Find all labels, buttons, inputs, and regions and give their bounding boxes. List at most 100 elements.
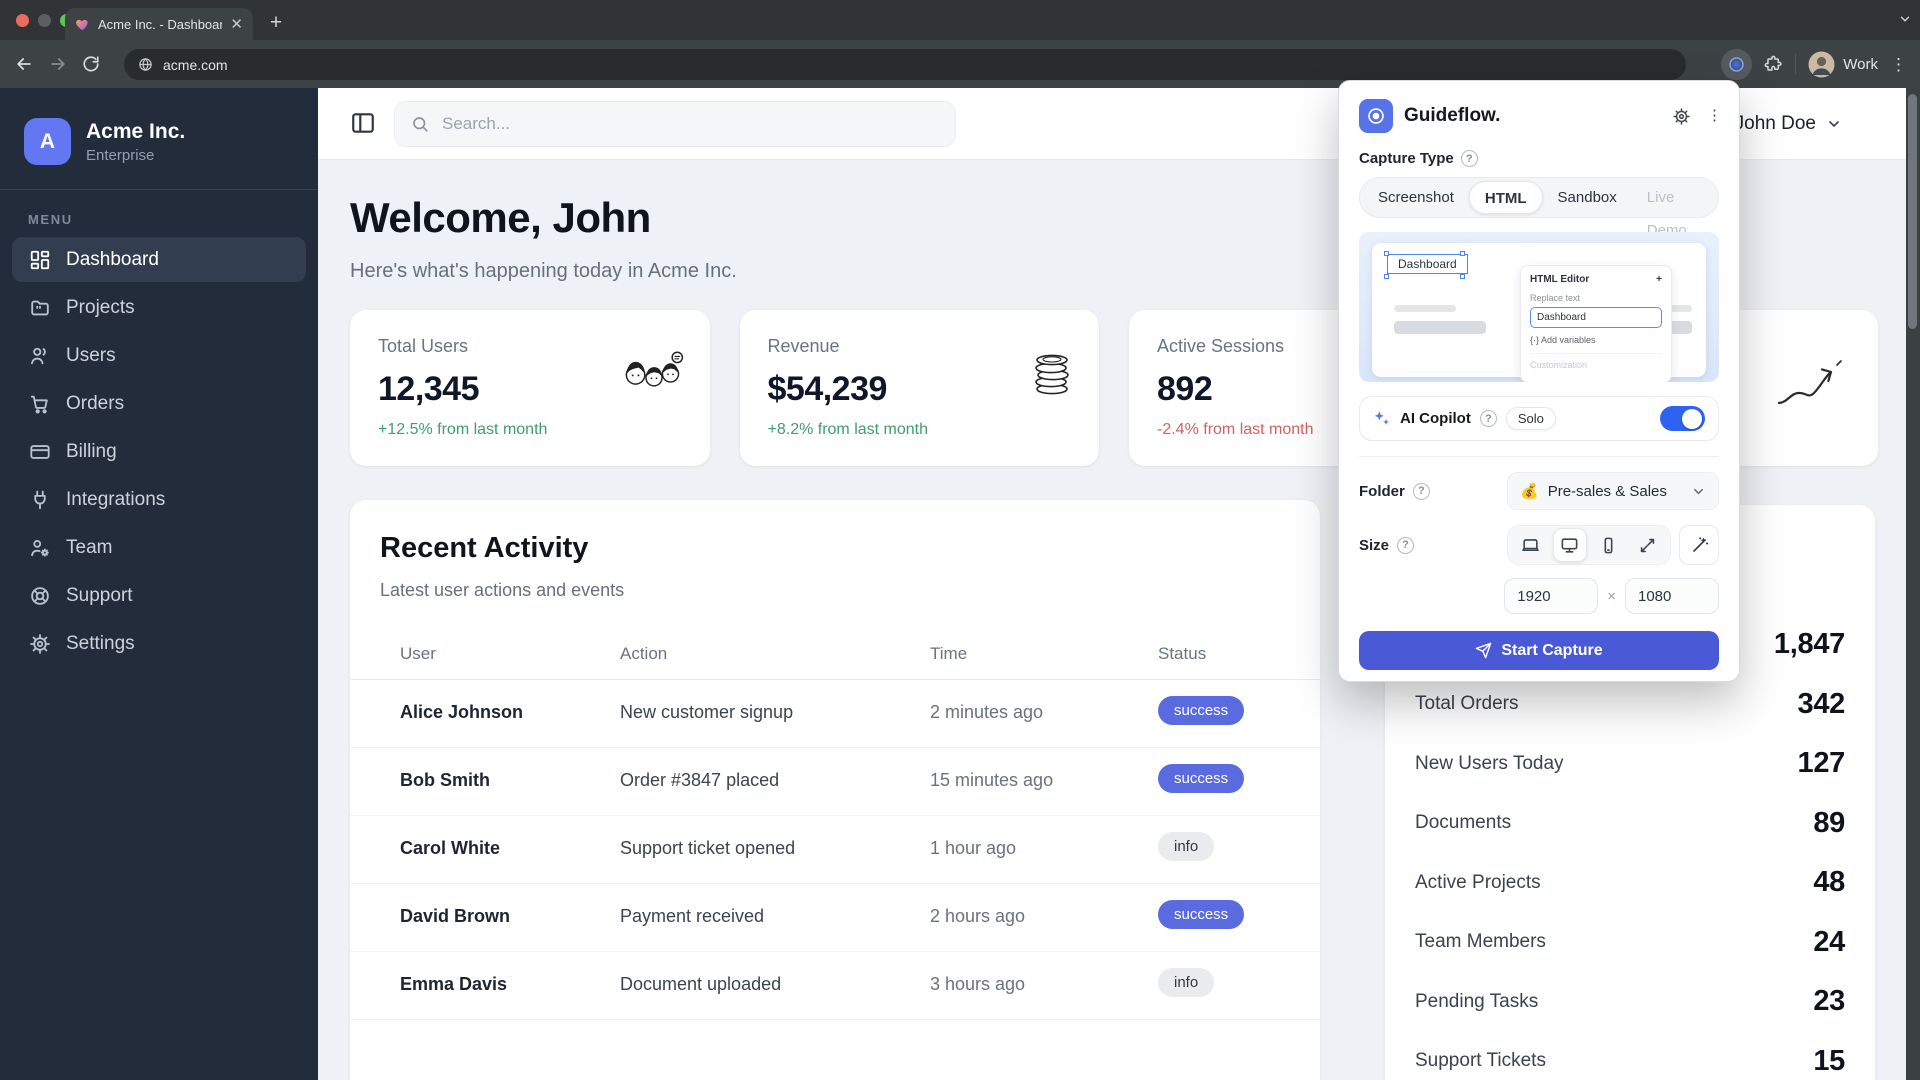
sidebar-item-orders[interactable]: Orders xyxy=(12,381,306,426)
org-switcher[interactable]: A Acme Inc. Enterprise xyxy=(0,88,318,190)
cell-time: 3 hours ago xyxy=(930,974,1025,995)
cart-icon xyxy=(29,393,51,415)
popup-header: Guideflow. ⋮ xyxy=(1359,99,1719,133)
stat-card-revenue: Revenue $54,239 +8.2% from last month xyxy=(740,310,1100,466)
stat-value: $54,239 xyxy=(768,370,1072,409)
browser-profile[interactable]: Work xyxy=(1808,51,1878,78)
status-badge: success xyxy=(1158,764,1244,793)
browser-menu-kebab-icon[interactable]: ⋮ xyxy=(1890,62,1906,67)
stat-row: Total Orders342 xyxy=(1415,675,1845,735)
tab-close-icon[interactable]: ✕ xyxy=(230,17,243,32)
guideflow-extension-popup: Guideflow. ⋮ Capture Type Screenshot HTM… xyxy=(1338,80,1740,682)
dimension-inputs: × xyxy=(1359,578,1719,614)
ai-copilot-row: AI Copilot Solo xyxy=(1359,396,1719,441)
popup-actions: ⋮ xyxy=(1672,107,1719,126)
cell-action: Document uploaded xyxy=(620,974,781,995)
cell-time: 1 hour ago xyxy=(930,838,1016,859)
sidebar-item-projects[interactable]: Projects xyxy=(12,285,306,330)
menu-section-label: MENU xyxy=(28,212,290,227)
desktop-size-button[interactable] xyxy=(1553,528,1587,562)
folder-select[interactable]: 💰 Pre-sales & Sales xyxy=(1507,472,1719,510)
new-tab-button[interactable]: + xyxy=(262,9,290,37)
panel-subtitle: Latest user actions and events xyxy=(380,580,624,601)
status-badge: info xyxy=(1158,968,1214,997)
stat-row: Active Projects48 xyxy=(1415,853,1845,913)
scrollbar-thumb[interactable] xyxy=(1908,94,1917,329)
user-menu[interactable]: John Doe xyxy=(1735,88,1842,160)
sidebar-item-settings[interactable]: Settings xyxy=(12,621,306,666)
mobile-size-button[interactable] xyxy=(1592,528,1626,562)
address-bar[interactable]: acme.com xyxy=(124,49,1686,80)
favicon-heart-icon xyxy=(75,17,90,32)
moneybag-icon: 💰 xyxy=(1520,482,1539,500)
credit-card-icon xyxy=(29,441,51,463)
help-icon[interactable] xyxy=(1461,150,1478,167)
reload-icon[interactable] xyxy=(82,55,100,73)
stat-row: Team Members24 xyxy=(1415,913,1845,973)
sidebar-item-billing[interactable]: Billing xyxy=(12,429,306,474)
table-row: Bob Smith Order #3847 placed 15 minutes … xyxy=(350,748,1320,816)
stat-label: Revenue xyxy=(768,336,1072,357)
search-input[interactable] xyxy=(440,113,939,135)
folder-icon xyxy=(29,297,51,319)
badge-label: success xyxy=(1158,696,1244,725)
sidebar-item-support[interactable]: Support xyxy=(12,573,306,618)
capture-tab-html[interactable]: HTML xyxy=(1469,181,1543,214)
capture-tab-sandbox[interactable]: Sandbox xyxy=(1543,181,1632,214)
capture-tab-screenshot[interactable]: Screenshot xyxy=(1363,181,1469,214)
guideflow-extension-icon[interactable] xyxy=(1721,49,1752,80)
height-input[interactable] xyxy=(1625,578,1719,614)
help-icon[interactable] xyxy=(1480,410,1497,427)
help-icon[interactable] xyxy=(1413,483,1430,500)
search-icon xyxy=(411,115,429,133)
stat-row-value: 1,847 xyxy=(1774,628,1845,661)
close-window-button[interactable] xyxy=(16,14,29,27)
browser-tab[interactable]: Acme Inc. - Dashboard ✕ xyxy=(65,8,253,40)
sidebar-toggle-icon[interactable] xyxy=(350,110,376,136)
chevron-down-icon[interactable] xyxy=(1898,12,1912,26)
status-badge: info xyxy=(1158,832,1214,861)
org-logo: A xyxy=(24,118,71,165)
ai-copilot-toggle[interactable] xyxy=(1660,406,1705,431)
magic-wand-button[interactable] xyxy=(1679,525,1719,565)
capture-type-tabs: Screenshot HTML Sandbox Live Demo xyxy=(1359,177,1719,218)
popup-settings-gear-icon[interactable] xyxy=(1672,107,1691,126)
coins-doodle-illustration xyxy=(1029,348,1075,396)
badge-label: info xyxy=(1158,832,1214,861)
sidebar-item-label: Projects xyxy=(66,297,135,319)
gear-icon xyxy=(29,633,51,655)
cell-action: Payment received xyxy=(620,906,764,927)
search-bar[interactable] xyxy=(394,101,956,147)
skeleton-bar xyxy=(1394,305,1456,312)
stat-delta: +8.2% from last month xyxy=(768,421,1072,439)
sidebar-item-label: Dashboard xyxy=(66,249,159,271)
laptop-size-button[interactable] xyxy=(1514,528,1548,562)
sidebar-item-dashboard[interactable]: Dashboard xyxy=(12,237,306,282)
back-icon[interactable] xyxy=(14,54,34,74)
popup-menu-kebab-icon[interactable]: ⋮ xyxy=(1707,114,1719,118)
sidebar-item-label: Team xyxy=(66,537,112,559)
help-icon[interactable] xyxy=(1397,537,1414,554)
lifebuoy-icon xyxy=(29,585,51,607)
ai-mode-pill[interactable]: Solo xyxy=(1506,407,1556,430)
sidebar-item-integrations[interactable]: Integrations xyxy=(12,477,306,522)
sidebar-item-users[interactable]: Users xyxy=(12,333,306,378)
width-input[interactable] xyxy=(1504,578,1598,614)
stat-row: New Users Today127 xyxy=(1415,734,1845,794)
badge-label: success xyxy=(1158,900,1244,929)
skeleton-bar xyxy=(1394,321,1486,334)
fullscreen-size-button[interactable] xyxy=(1631,528,1665,562)
minimize-window-button[interactable] xyxy=(38,14,51,27)
column-header-time: Time xyxy=(930,644,967,664)
sparkles-icon xyxy=(1373,410,1391,428)
capture-tab-live-demo[interactable]: Live Demo xyxy=(1632,181,1715,214)
extensions-puzzle-icon[interactable] xyxy=(1764,55,1783,74)
screen: Acme Inc. - Dashboard ✕ + acme.com xyxy=(0,0,1920,1080)
sidebar-item-team[interactable]: Team xyxy=(12,525,306,570)
forward-icon[interactable] xyxy=(48,54,68,74)
divider xyxy=(1795,54,1796,74)
selection-handle xyxy=(1460,251,1465,256)
start-capture-button[interactable]: Start Capture xyxy=(1359,631,1719,670)
column-header-user: User xyxy=(400,644,436,664)
toolbar-right: Work ⋮ xyxy=(1721,40,1906,88)
